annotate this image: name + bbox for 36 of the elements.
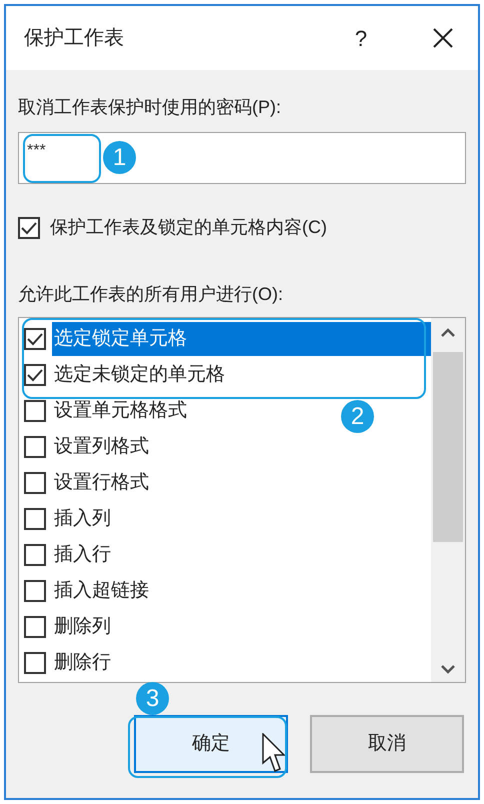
check-icon [27,368,43,382]
cursor-icon [262,733,286,773]
window-title: 保护工作表 [24,26,124,51]
list-item[interactable]: 设置单元格格式 [52,394,187,428]
scroll-up-icon[interactable] [441,328,455,338]
list-label: 允许此工作表的所有用户进行(O): [18,283,284,306]
list-item[interactable]: 设置行格式 [52,466,149,500]
cancel-button[interactable]: 取消 [310,715,464,773]
checkbox[interactable] [18,216,40,238]
field-label: 取消工作表保护时使用的密码(P): [18,96,282,119]
checkbox[interactable] [24,544,46,566]
list-item[interactable]: 选定未锁定的单元格 [52,358,225,392]
scroll-thumb[interactable] [433,352,463,542]
checkbox-label: 保护工作表及锁定的单元格内容(C) [50,216,327,239]
help-button[interactable]: ? [346,22,376,54]
scroll-down-icon[interactable] [441,664,455,674]
checkbox[interactable] [24,400,46,422]
list-item[interactable]: 插入列 [52,502,111,536]
list-item[interactable]: 删除行 [52,646,111,680]
check-icon [21,220,37,234]
list-item[interactable]: 选定锁定单元格 [52,322,431,356]
checkbox[interactable] [24,616,46,638]
checkbox[interactable] [24,436,46,458]
check-icon [27,332,43,346]
list-item[interactable]: 删除列 [52,610,111,644]
close-icon [432,27,454,49]
scrollbar[interactable] [431,318,465,682]
checkbox[interactable] [24,364,46,386]
checkbox[interactable] [24,472,46,494]
list-item[interactable]: 设置列格式 [52,430,149,464]
checkbox[interactable] [24,580,46,602]
list-item[interactable]: 插入超链接 [52,574,149,608]
checkbox[interactable] [24,328,46,350]
list-item[interactable]: 插入行 [52,538,111,572]
checkbox[interactable] [24,508,46,530]
checkbox[interactable] [24,652,46,674]
